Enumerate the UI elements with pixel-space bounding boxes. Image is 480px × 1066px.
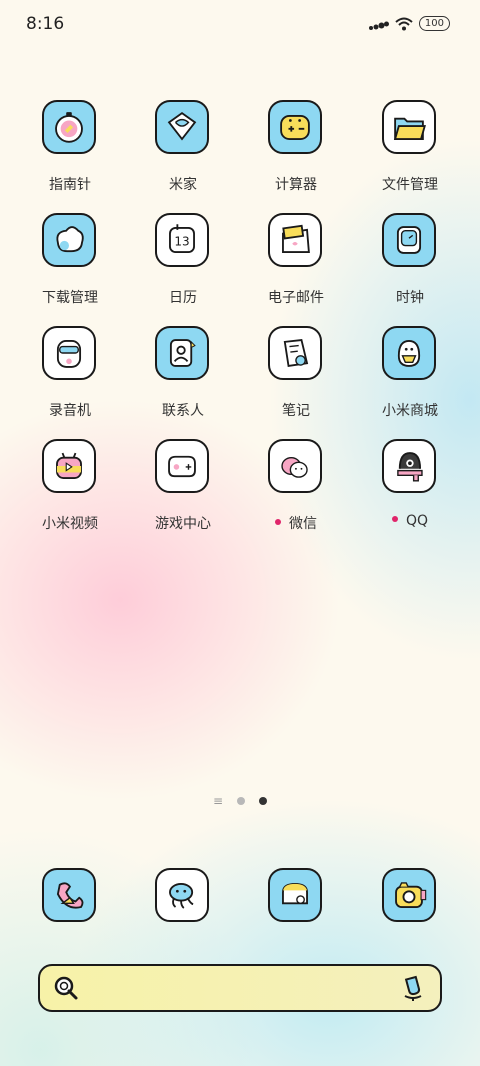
search-bar[interactable] — [38, 964, 442, 1012]
folder-icon — [382, 100, 436, 154]
calendar-day: 13 — [174, 235, 189, 249]
page-indicator[interactable]: ≡ — [0, 794, 480, 808]
camera-icon — [382, 868, 436, 922]
app-label: 指南针 — [49, 177, 91, 193]
notification-dot — [275, 519, 281, 525]
recorder-icon — [42, 326, 96, 380]
signal-icon — [368, 21, 389, 30]
page-dot-1[interactable] — [237, 797, 246, 805]
app-label: 电子邮件 — [268, 290, 324, 306]
app-label-text: 微信 — [289, 516, 317, 532]
voice-icon[interactable] — [400, 974, 426, 1002]
app-label-qq: QQ — [360, 513, 460, 529]
notification-dot — [391, 516, 398, 522]
menu-lines-icon: ≡ — [212, 794, 224, 808]
game-center-icon — [155, 439, 209, 493]
wifi-icon — [395, 17, 413, 30]
notes-icon — [268, 326, 322, 380]
wechat-icon — [268, 439, 322, 493]
app-label: 录音机 — [49, 403, 91, 419]
app-label: 游戏中心 — [155, 516, 211, 532]
app-label: 日历 — [169, 290, 197, 306]
app-label: 时钟 — [396, 290, 424, 306]
calendar-icon: 13 — [155, 213, 209, 267]
app-label: 联系人 — [162, 403, 204, 419]
app-label-text: QQ — [405, 513, 429, 529]
page-dot-2[interactable] — [259, 797, 268, 805]
app-label: 米家 — [169, 177, 197, 193]
mi-video-icon — [42, 439, 96, 493]
app-label: 小米视频 — [42, 516, 98, 532]
app-label-wechat: 微信 — [246, 513, 346, 533]
phone-icon — [42, 868, 96, 922]
calculator-icon — [268, 100, 322, 154]
status-icons: 100 — [368, 16, 450, 31]
status-bar: 8:16 100 — [0, 0, 480, 48]
app-label: 小米商城 — [382, 403, 438, 419]
mijia-icon — [155, 100, 209, 154]
browser-icon — [268, 868, 322, 922]
app-label: 笔记 — [282, 403, 310, 419]
contacts-icon — [155, 326, 209, 380]
mi-store-icon — [382, 326, 436, 380]
app-label: 计算器 — [275, 177, 317, 193]
compass-icon — [42, 100, 96, 154]
app-label: 文件管理 — [382, 177, 438, 193]
mail-icon — [268, 213, 322, 267]
clock-icon — [382, 213, 436, 267]
status-time: 8:16 — [26, 14, 65, 34]
app-label: 下载管理 — [42, 290, 98, 306]
battery-icon: 100 — [418, 16, 450, 31]
messages-icon — [155, 868, 209, 922]
download-icon — [42, 213, 96, 267]
search-icon[interactable] — [52, 974, 80, 1002]
qq-icon — [382, 439, 436, 493]
